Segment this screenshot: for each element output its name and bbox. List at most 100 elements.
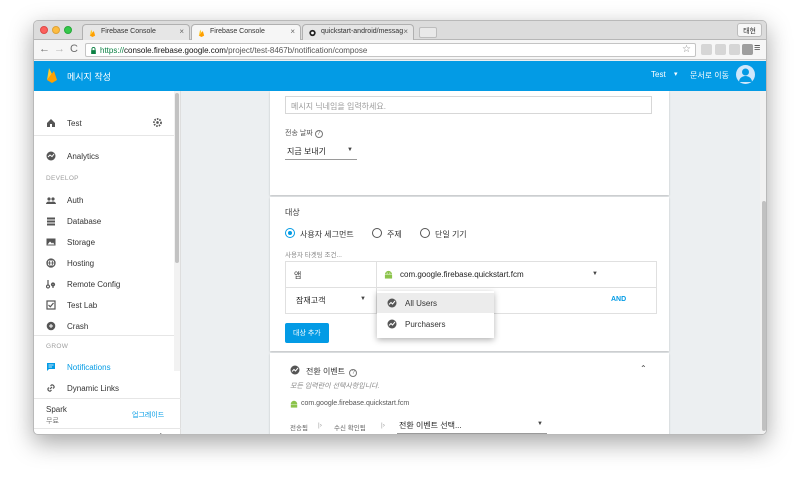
reload-icon[interactable]: C [70, 43, 78, 55]
upgrade-link[interactable]: 업그레이드 [132, 410, 164, 420]
send-date-label: 전송 날짜 ? [285, 128, 323, 138]
android-icon [384, 270, 393, 279]
back-icon[interactable]: ← [39, 43, 50, 55]
conversion-icon [290, 365, 300, 375]
add-target-button[interactable]: 대상 추가 [285, 323, 329, 343]
main-content: 메시지 닉네임을 입력하세요. 전송 날짜 ? 지금 보내기 ▼ 대상 사용자 … [182, 91, 766, 434]
browser-tab-1[interactable]: Firebase Console × [82, 24, 190, 40]
target-section-title: 대상 [285, 208, 300, 217]
zoom-window-button[interactable] [64, 26, 72, 34]
conversion-event-select[interactable]: 전환 이벤트 선택... ▼ [397, 416, 547, 434]
collapse-sidebar-icon[interactable]: ‹ [158, 428, 162, 434]
audience-select[interactable]: 잠재고객 ▼ [294, 291, 370, 309]
section-header-develop: DEVELOP [46, 175, 79, 182]
main-scrollbar[interactable] [760, 91, 766, 434]
scrollbar-thumb[interactable] [762, 201, 766, 431]
chevron-down-icon[interactable]: ▾ [674, 70, 678, 78]
sidebar-item-auth[interactable]: Auth [34, 192, 174, 210]
people-icon [46, 197, 56, 204]
app-select[interactable]: com.google.firebase.quickstart.fcm ▼ [384, 266, 604, 284]
profile-button[interactable]: 태현 [737, 23, 762, 37]
menu-item-label: All Users [405, 299, 438, 308]
divider [286, 287, 656, 288]
close-tab-icon[interactable]: × [403, 27, 408, 36]
settings-gear-icon[interactable] [152, 117, 163, 128]
firebase-favicon-icon [89, 29, 96, 37]
avatar[interactable] [736, 65, 755, 84]
project-selector[interactable]: Test [651, 70, 666, 79]
scrollbar-thumb[interactable] [175, 93, 179, 263]
tab-title: Firebase Console [101, 28, 156, 35]
sidebar-item-storage[interactable]: Storage [34, 234, 174, 252]
sidebar-item-notifications[interactable]: Notifications [34, 359, 174, 377]
url-scheme: https:// [100, 46, 125, 55]
sidebar-item-label: Dynamic Links [67, 384, 120, 393]
conversion-subtitle: 모든 입력란이 선택사항입니다. [290, 383, 380, 390]
target-option-label: 주제 [387, 230, 402, 239]
browser-tab-2[interactable]: Firebase Console × [191, 24, 301, 40]
menu-item-purchasers[interactable]: Purchasers [377, 314, 494, 334]
message-card: 메시지 닉네임을 입력하세요. 전송 날짜 ? 지금 보내기 ▼ [270, 91, 669, 195]
database-icon [47, 217, 55, 226]
sidebar-item-database[interactable]: Database [34, 213, 174, 231]
tab-strip: Firebase Console × Firebase Console × qu… [34, 21, 766, 40]
forward-icon[interactable]: → [54, 43, 65, 55]
home-icon [47, 119, 55, 127]
sidebar-item-crash[interactable]: Crash [34, 318, 174, 336]
sidebar-item-label: Database [67, 217, 102, 226]
new-tab-button[interactable] [419, 27, 437, 38]
browser-window: Firebase Console × Firebase Console × qu… [33, 20, 767, 435]
menu-item-all-users[interactable]: All Users [377, 293, 494, 313]
sidebar-item-dynamic-links[interactable]: Dynamic Links [34, 380, 174, 398]
sidebar-item-test-lab[interactable]: Test Lab [34, 297, 174, 315]
docs-link[interactable]: 문서로 이동 [690, 70, 729, 81]
collapse-section-icon[interactable]: ⌃ [640, 364, 647, 373]
test-lab-icon [46, 300, 56, 310]
dropbox-icon[interactable] [715, 44, 726, 55]
sidebar-item-label: Notifications [67, 363, 111, 372]
app-label: 앱 [294, 271, 302, 280]
close-tab-icon[interactable]: × [179, 27, 184, 36]
sidebar-scrollbar[interactable] [174, 91, 180, 371]
menu-icon[interactable]: ≡ [754, 42, 760, 54]
received-label: 수신 확인됨 [334, 425, 366, 432]
sidebar: Test Analytics DEVELOP Auth Database Sto… [34, 91, 181, 434]
message-icon [47, 363, 55, 371]
help-icon[interactable]: ? [349, 369, 358, 377]
firebase-logo-icon [47, 68, 57, 83]
plan-price: 무료 [46, 418, 59, 425]
sidebar-item-hosting[interactable]: Hosting [34, 255, 174, 273]
conversion-card: 전환 이벤트 ? ⌃ 모든 입력란이 선택사항입니다. com.google.f… [270, 353, 669, 434]
sidebar-item-remote-config[interactable]: Remote Config [34, 276, 174, 294]
close-tab-icon[interactable]: × [290, 27, 295, 36]
tab-title: quickstart-android/messag [321, 28, 404, 35]
globe-icon [46, 258, 56, 268]
sidebar-project-name: Test [67, 119, 82, 128]
app-value: com.google.firebase.quickstart.fcm [400, 270, 524, 279]
and-button[interactable]: AND [611, 296, 626, 303]
target-topic-radio[interactable] [372, 228, 382, 238]
send-date-select[interactable]: 지금 보내기 ▼ [285, 142, 357, 160]
message-nickname-input[interactable]: 메시지 닉네임을 입력하세요. [285, 96, 652, 114]
browser-tab-3[interactable]: quickstart-android/messag × [302, 24, 414, 40]
conversion-app: com.google.firebase.quickstart.fcm [301, 400, 410, 407]
image-icon [46, 238, 56, 246]
extension-icon[interactable] [701, 44, 712, 55]
help-icon[interactable]: ? [314, 130, 323, 138]
screenshot-icon[interactable] [742, 44, 753, 55]
target-single-device-radio[interactable] [420, 228, 430, 238]
conversion-title-text: 전환 이벤트 [306, 367, 346, 376]
analytics-icon [387, 319, 397, 329]
plan-name: Spark [46, 405, 67, 414]
target-option-label: 단일 기기 [435, 230, 467, 239]
audience-dropdown-menu: All Users Purchasers [377, 291, 494, 338]
targeting-condition-label: 사용자 타겟팅 조건... [285, 252, 342, 259]
sidebar-item-analytics[interactable]: Analytics [34, 148, 174, 166]
url-host: console.firebase.google.com [124, 46, 226, 55]
bookmark-star-icon[interactable]: ☆ [682, 44, 691, 55]
minimize-window-button[interactable] [52, 26, 60, 34]
target-segment-radio[interactable] [285, 228, 295, 238]
extension-icon[interactable] [729, 44, 740, 55]
address-bar[interactable]: https://console.firebase.google.com/proj… [85, 43, 696, 57]
close-window-button[interactable] [40, 26, 48, 34]
